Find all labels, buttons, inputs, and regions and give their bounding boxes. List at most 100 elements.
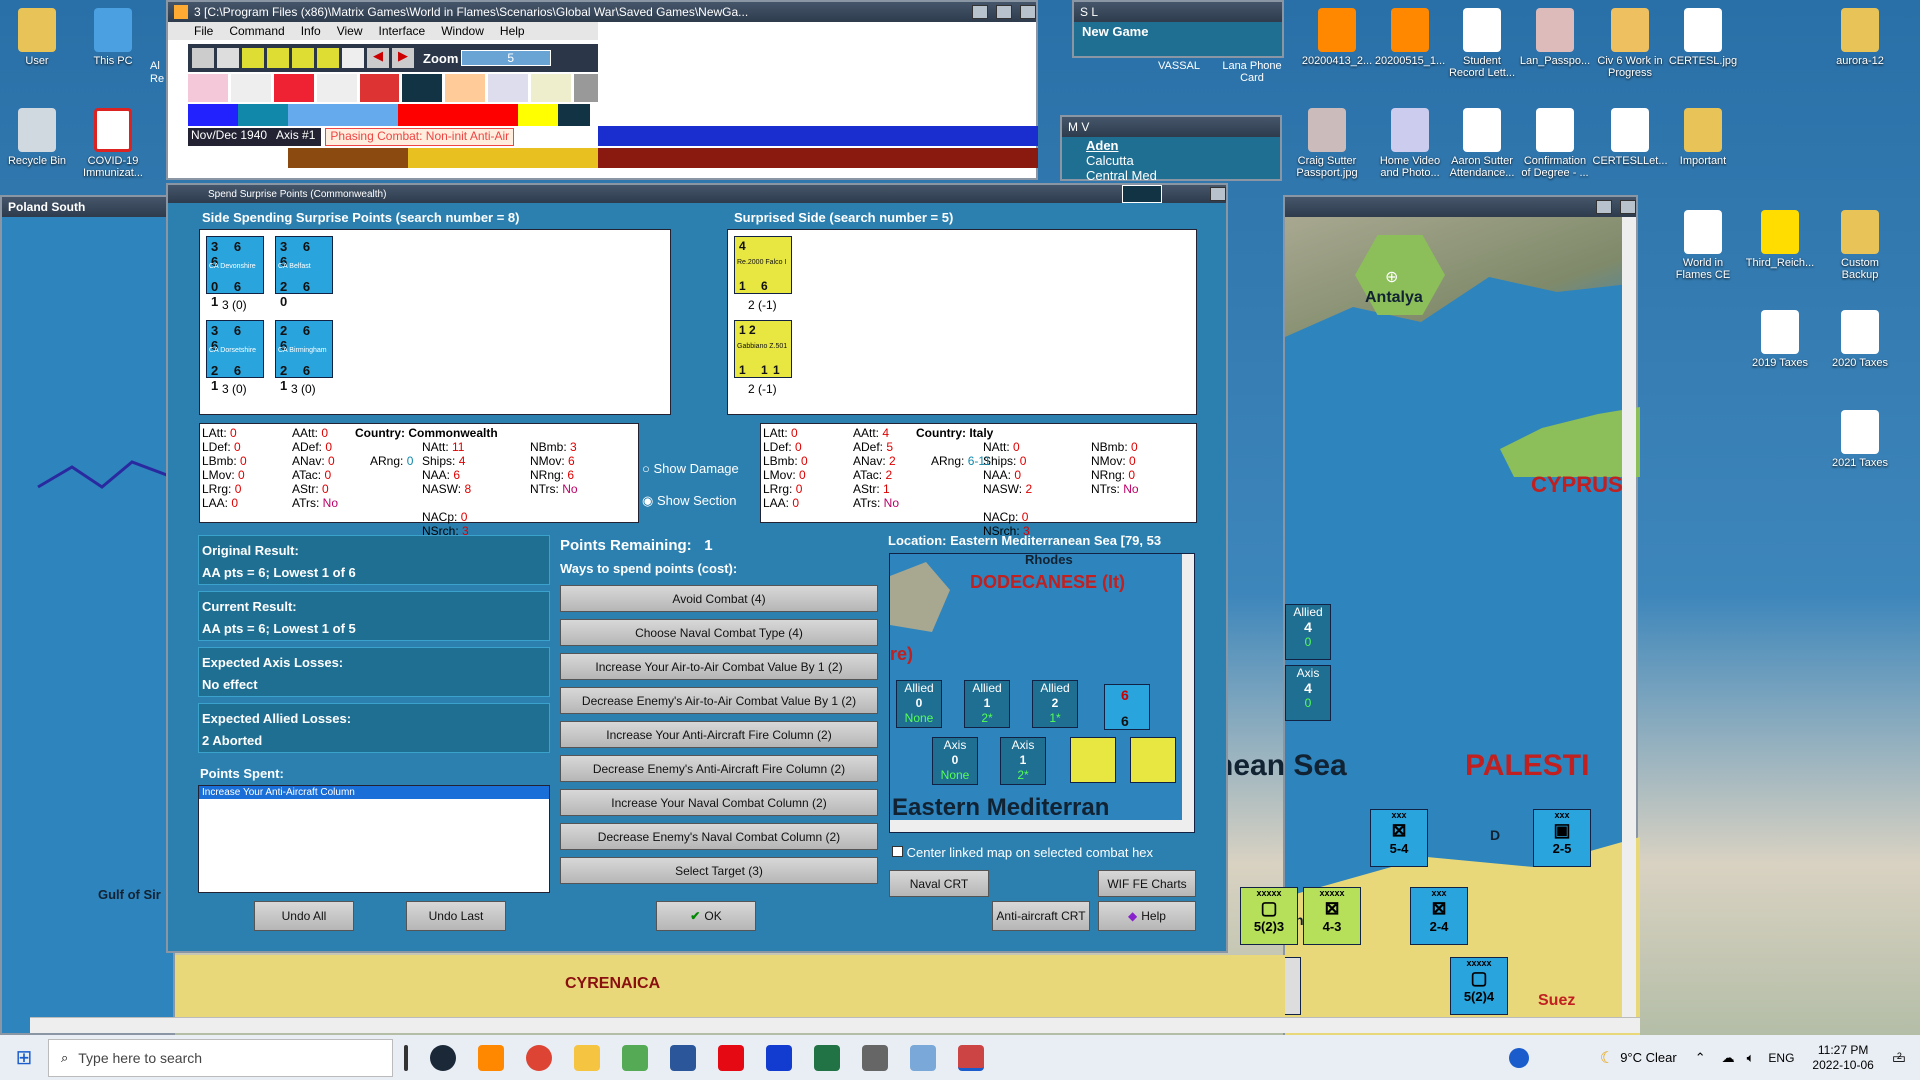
minimize-button[interactable] <box>972 5 988 19</box>
points-spent-item[interactable]: Increase Your Anti-Aircraft Column <box>199 786 549 799</box>
speaker-icon[interactable]: 🔈︎ <box>1747 1050 1755 1066</box>
dialog-title-bar[interactable]: Spend Surprise Points (Commonwealth) <box>168 185 1226 203</box>
mini-unit-re2000[interactable] <box>1070 737 1116 783</box>
mini-allied-box[interactable]: Allied 1 2* <box>964 680 1010 728</box>
unit-counter-3[interactable]: 2 6 6 CA Birmingham 2 6 1 <box>275 320 333 393</box>
mini-unit-devonshire[interactable]: 66 <box>1104 684 1150 730</box>
unit-counter-0[interactable]: 3 6 6 CA Devonshire 0 6 1 <box>206 236 264 309</box>
unit-counter-2[interactable]: 3 6 6 CA Dorsetshire 2 6 1 <box>206 320 264 393</box>
show-damage-radio[interactable]: ○ Show Damage <box>642 461 739 476</box>
back-arrow-icon[interactable]: ◀ <box>367 48 389 68</box>
mv-item-central-med[interactable]: Central Med <box>1086 168 1256 183</box>
sl-title-bar[interactable]: S L <box>1074 2 1282 22</box>
unit-counter[interactable]: xxx ⊠ 2-4 <box>1410 887 1468 945</box>
desktop-icon[interactable]: Third_Reich... <box>1745 210 1815 269</box>
naval-crt-button[interactable]: Naval CRT <box>889 870 989 897</box>
desktop-icon[interactable]: Craig Sutter Passport.jpg <box>1292 108 1362 179</box>
center-map-checkbox[interactable]: Center linked map on selected combat hex <box>892 845 1153 860</box>
maximize-button[interactable] <box>996 5 1012 19</box>
task-view-icon[interactable] <box>404 1044 408 1071</box>
help-button[interactable]: ◆ Help <box>1098 901 1196 931</box>
taskbar-search[interactable]: ⌕ Type here to search <box>48 1038 393 1077</box>
desktop-icon-user[interactable]: User <box>2 8 72 67</box>
windows-start-icon[interactable]: ⊞ <box>0 1045 48 1070</box>
poland-title-bar[interactable]: Poland South <box>2 197 173 217</box>
sl-new-game[interactable]: New Game <box>1074 22 1282 41</box>
option-button-8[interactable]: Select Target (3) <box>560 857 878 884</box>
mini-map-hscroll[interactable] <box>890 820 1184 832</box>
mv-item-calcutta[interactable]: Calcutta <box>1086 153 1256 168</box>
mini-map-vscroll[interactable] <box>1182 554 1194 832</box>
map-horizontal-scrollbar[interactable] <box>30 1017 1640 1033</box>
chrome-icon[interactable] <box>526 1044 552 1071</box>
notifications-icon[interactable]: ▭ 2 <box>1892 1049 1906 1067</box>
option-button-2[interactable]: Increase Your Air-to-Air Combat Value By… <box>560 653 878 680</box>
tool-icon[interactable] <box>242 48 264 68</box>
unit-counter-1[interactable]: 3 6 6 CA Belfast 2 6 0 <box>275 236 333 309</box>
desktop-icon[interactable]: Lan_Passpo... <box>1520 8 1590 67</box>
notepad-icon[interactable] <box>622 1044 648 1071</box>
clock[interactable]: 11:27 PM 2022-10-06 <box>1812 1043 1873 1073</box>
unit-counter[interactable]: xxx ▣ 2-5 <box>1533 809 1591 867</box>
desktop-icon[interactable]: CERTESLLet... <box>1593 108 1668 167</box>
desktop-icon[interactable]: Student Record Lett... <box>1447 8 1517 79</box>
option-button-6[interactable]: Increase Your Naval Combat Column (2) <box>560 789 878 816</box>
menu-interface[interactable]: Interface <box>379 24 426 38</box>
language-indicator[interactable]: ENG <box>1768 1051 1794 1065</box>
main-title-bar[interactable]: 3 [C:\Program Files (x86)\Matrix Games\W… <box>168 2 1036 22</box>
netflix-icon[interactable] <box>718 1044 744 1071</box>
option-button-5[interactable]: Decrease Enemy's Anti-Aircraft Fire Colu… <box>560 755 878 782</box>
forward-arrow-icon[interactable]: ▶ <box>392 48 414 68</box>
desktop-icon[interactable]: Aaron Sutter Attendance... <box>1447 108 1517 179</box>
desktop-icon[interactable]: World in Flames CE <box>1668 210 1738 281</box>
desktop-icon[interactable]: CERTESL.jpg <box>1668 8 1738 67</box>
zoom-slider[interactable]: 5 <box>461 50 552 66</box>
ok-button[interactable]: ✔ OK <box>656 901 756 931</box>
calculator-icon[interactable] <box>862 1044 888 1071</box>
tool-icon[interactable] <box>292 48 314 68</box>
mv-title-bar[interactable]: M V <box>1062 117 1280 137</box>
option-button-1[interactable]: Choose Naval Combat Type (4) <box>560 619 878 646</box>
desktop-icon[interactable]: 2019 Taxes <box>1745 310 1815 369</box>
mini-allied-box[interactable]: Allied 2 1* <box>1032 680 1078 728</box>
desktop-icon[interactable]: 20200413_2... <box>1302 8 1372 67</box>
desktop-icon[interactable]: Confirmation of Degree - ... <box>1520 108 1590 179</box>
menu-file[interactable]: File <box>194 24 213 38</box>
enemy-unit-counter-0[interactable]: 4 Re.2000 Falco I1 6 <box>734 236 792 294</box>
show-section-radio[interactable]: ◉ Show Section <box>642 493 736 509</box>
unit-counter[interactable]: xxxxx ▢ 5(2)4 <box>1450 957 1508 1015</box>
wif-taskbar-icon[interactable] <box>958 1044 984 1071</box>
unit-counter[interactable]: xxxxx ⊠ 4-3 <box>1303 887 1361 945</box>
dialog-close-button[interactable] <box>1210 187 1226 201</box>
disney-icon[interactable] <box>766 1044 792 1071</box>
desktop-icon[interactable]: 2020 Taxes <box>1825 310 1895 369</box>
desktop-icon-covid[interactable]: COVID-19 Immunizat... <box>78 108 148 179</box>
option-button-7[interactable]: Decrease Enemy's Naval Combat Column (2) <box>560 823 878 850</box>
cloud-icon[interactable]: ☁ <box>1722 1050 1735 1066</box>
mini-axis-box[interactable]: Axis 0 None <box>932 737 978 785</box>
steam-icon[interactable] <box>430 1044 456 1071</box>
desktop-icon-recycle-bin[interactable]: Recycle Bin <box>2 108 72 167</box>
tool-icon[interactable] <box>317 48 339 68</box>
unit-counter[interactable]: xxxxx ▢ 5(2)3 <box>1240 887 1298 945</box>
option-button-4[interactable]: Increase Your Anti-Aircraft Fire Column … <box>560 721 878 748</box>
word-icon[interactable] <box>670 1044 696 1071</box>
tool-icon[interactable] <box>192 48 214 68</box>
menu-info[interactable]: Info <box>301 24 321 38</box>
excel-icon[interactable] <box>814 1044 840 1071</box>
help-tips-icon[interactable] <box>1508 1047 1529 1068</box>
allied-box[interactable]: Allied 4 0 <box>1285 604 1331 660</box>
desktop-icon[interactable]: Custom Backup <box>1825 210 1895 281</box>
desktop-icon[interactable]: 2021 Taxes <box>1825 410 1895 469</box>
map-title-bar[interactable] <box>1285 197 1636 217</box>
mini-unit-duca-daosta[interactable] <box>1130 737 1176 783</box>
unit-counter[interactable]: xxx ⊠ 5-4 <box>1370 809 1428 867</box>
desktop-icon[interactable]: 20200515_1... <box>1375 8 1445 67</box>
points-spent-list[interactable]: Increase Your Anti-Aircraft Column <box>198 785 550 893</box>
menu-command[interactable]: Command <box>229 24 284 38</box>
enemy-unit-counter-1[interactable]: 1 2 Gabbiano Z.501 1 11 <box>734 320 792 378</box>
desktop-icon[interactable]: Home Video and Photo... <box>1375 108 1445 179</box>
menu-window[interactable]: Window <box>441 24 484 38</box>
desktop-icon-this-pc[interactable]: This PC <box>78 8 148 67</box>
desktop-icon[interactable]: Important <box>1668 108 1738 167</box>
